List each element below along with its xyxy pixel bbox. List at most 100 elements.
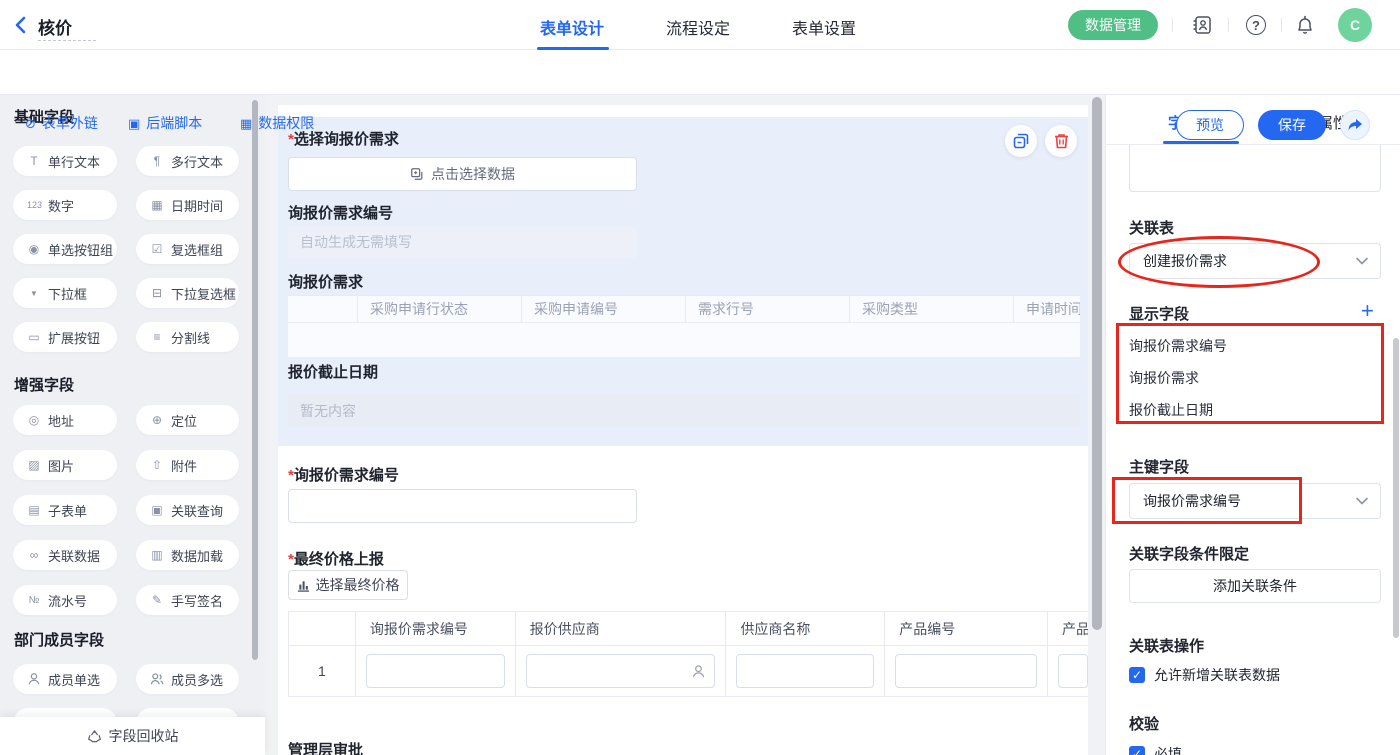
- dropdown-icon: ▼: [27, 289, 41, 298]
- demand-no-input[interactable]: [288, 489, 637, 523]
- field-button-member-multi[interactable]: 成员多选: [136, 664, 239, 694]
- cell: [885, 646, 1048, 696]
- field-button-data-load[interactable]: ▥数据加载: [136, 540, 239, 570]
- primary-key-select[interactable]: 询报价需求编号: [1129, 483, 1381, 519]
- chevron-down-icon: [1356, 497, 1368, 505]
- cell: [516, 646, 727, 696]
- cell-input-demand-no[interactable]: [366, 654, 505, 688]
- field-button-related-query[interactable]: ▣关联查询: [136, 495, 239, 525]
- recycle-bin-label: 字段回收站: [109, 726, 179, 746]
- final-price-row: 1: [289, 646, 1088, 696]
- form-external-link[interactable]: ⊘ 表单外链: [25, 113, 98, 133]
- field-button-member-single[interactable]: 成员单选: [13, 664, 117, 694]
- field-button-attachment[interactable]: ⇧附件: [136, 450, 239, 480]
- tab-form-setting[interactable]: 表单设置: [788, 15, 860, 39]
- calendar-icon: ▦: [150, 198, 164, 212]
- field-button-datetime[interactable]: ▦日期时间: [136, 190, 239, 220]
- display-field-item[interactable]: 报价截止日期: [1129, 400, 1213, 420]
- serial-number-icon: №: [27, 595, 41, 606]
- field-button-address[interactable]: ◎地址: [13, 405, 117, 435]
- add-condition-button[interactable]: 添加关联条件: [1129, 569, 1381, 603]
- demand-table-col: 采购类型: [850, 296, 1014, 322]
- selected-field-block-related-data[interactable]: *选择询报价需求 点击选择数据 询报价需求编号 自动生成无需填写 询报价需求 采…: [278, 117, 1088, 446]
- delete-field-button[interactable]: [1045, 125, 1077, 157]
- field-button-single-line-text[interactable]: T单行文本: [13, 146, 117, 176]
- field-button-checkbox-group[interactable]: ☑复选框组: [136, 234, 239, 264]
- address-pin-icon: ◎: [27, 413, 41, 427]
- signature-pen-icon: ✎: [150, 593, 164, 607]
- demand-no-disabled-input: 自动生成无需填写: [288, 226, 637, 258]
- field-button-image[interactable]: ▨图片: [13, 450, 117, 480]
- display-field-item[interactable]: 询报价需求: [1129, 368, 1199, 388]
- field-label-demand-no-input: *询报价需求编号: [288, 464, 399, 485]
- field-button-signature[interactable]: ✎手写签名: [136, 585, 239, 615]
- field-button-location[interactable]: ⊕定位: [136, 405, 239, 435]
- divider-icon: ≡: [150, 330, 164, 344]
- field-button-multi-select[interactable]: ⊟下拉复选框: [136, 278, 239, 308]
- field-label-deadline: 报价截止日期: [288, 361, 378, 382]
- field-button-multi-line-text[interactable]: ¶多行文本: [136, 146, 239, 176]
- help-icon[interactable]: ?: [1244, 13, 1268, 37]
- required-option-row[interactable]: 必填: [1129, 744, 1182, 755]
- final-price-col: 报价供应商: [516, 612, 727, 645]
- data-permission-link[interactable]: ▦ 数据权限: [240, 113, 314, 133]
- field-button-related-data[interactable]: ∞关联数据: [13, 540, 117, 570]
- active-tab-underline: [537, 47, 609, 50]
- field-button-serial-number[interactable]: №流水号: [13, 585, 117, 615]
- field-button-radio-group[interactable]: ◉单选按钮组: [13, 234, 117, 264]
- multi-dropdown-icon: ⊟: [150, 286, 164, 300]
- cell-input-product-no[interactable]: [895, 654, 1037, 688]
- header-divider: [1172, 18, 1173, 32]
- panel-scrollbar[interactable]: [1393, 338, 1399, 638]
- allow-add-related-row[interactable]: 允许新增关联表数据: [1129, 665, 1280, 685]
- demand-table: 采购申请行状态 采购申请编号 需求行号 采购类型 申请时间: [288, 295, 1080, 357]
- user-avatar[interactable]: C: [1338, 8, 1372, 42]
- validation-label: 校验: [1129, 713, 1159, 734]
- condition-label: 关联字段条件限定: [1129, 543, 1249, 564]
- final-price-table-header: 询报价需求编号 报价供应商 供应商名称 产品编号 产品: [289, 612, 1088, 646]
- form-canvas: *选择询报价需求 点击选择数据 询报价需求编号 自动生成无需填写 询报价需求 采…: [278, 105, 1088, 755]
- back-icon[interactable]: [14, 16, 28, 34]
- copy-field-button[interactable]: [1005, 125, 1037, 157]
- data-manage-button[interactable]: 数据管理: [1068, 10, 1158, 40]
- display-field-item[interactable]: 询报价需求编号: [1129, 336, 1227, 356]
- checkbox-checked-icon[interactable]: [1129, 746, 1145, 755]
- attachment-upload-icon: ⇧: [150, 458, 164, 472]
- cell-input-product[interactable]: [1058, 654, 1088, 688]
- recycle-icon: [87, 729, 102, 744]
- form-designer-app: 核价 表单设计 流程设定 表单设置 数据管理 ? C ⊘ 表单外链 ▣ 后端脚本: [0, 0, 1400, 755]
- final-price-col: 产品编号: [885, 612, 1048, 645]
- share-button[interactable]: [1340, 110, 1370, 140]
- field-button-extended-button[interactable]: ▭扩展按钮: [13, 322, 117, 352]
- field-button-divider[interactable]: ≡分割线: [136, 322, 239, 352]
- preview-button[interactable]: 预览: [1176, 110, 1244, 140]
- related-table-label: 关联表: [1129, 217, 1174, 238]
- cell-input-supplier-name[interactable]: [736, 654, 874, 688]
- tab-form-design[interactable]: 表单设计: [536, 15, 608, 39]
- select-final-price-button[interactable]: 选择最终价格: [288, 570, 408, 600]
- select-data-button[interactable]: 点击选择数据: [288, 157, 637, 191]
- subform-icon: ▤: [27, 503, 41, 517]
- cell: [1048, 646, 1088, 696]
- field-title-input-clipped[interactable]: [1129, 145, 1381, 192]
- canvas-scrollbar[interactable]: [1092, 97, 1102, 630]
- save-button[interactable]: 保存: [1258, 110, 1326, 140]
- cell-input-supplier-picker[interactable]: [526, 654, 716, 688]
- field-button-select[interactable]: ▼下拉框: [13, 278, 117, 308]
- notification-bell-icon[interactable]: [1293, 13, 1317, 37]
- field-button-subform[interactable]: ▤子表单: [13, 495, 117, 525]
- add-display-field-button[interactable]: +: [1361, 298, 1374, 324]
- page-title[interactable]: 核价: [38, 14, 72, 39]
- field-label-demand-no: 询报价需求编号: [288, 202, 393, 223]
- tab-flow-setting[interactable]: 流程设定: [662, 15, 734, 39]
- field-recycle-bin[interactable]: 字段回收站: [0, 717, 265, 755]
- script-icon: ▣: [128, 117, 140, 130]
- single-line-text-icon: T: [27, 154, 41, 168]
- sidebar-scrollbar[interactable]: [252, 100, 258, 660]
- related-table-select[interactable]: 创建报价需求: [1129, 243, 1381, 279]
- address-book-icon[interactable]: [1190, 13, 1214, 37]
- field-button-number[interactable]: 123数字: [13, 190, 117, 220]
- demand-table-col: 申请时间: [1014, 296, 1080, 322]
- backend-script-link[interactable]: ▣ 后端脚本: [128, 113, 202, 133]
- checkbox-checked-icon[interactable]: [1129, 667, 1145, 683]
